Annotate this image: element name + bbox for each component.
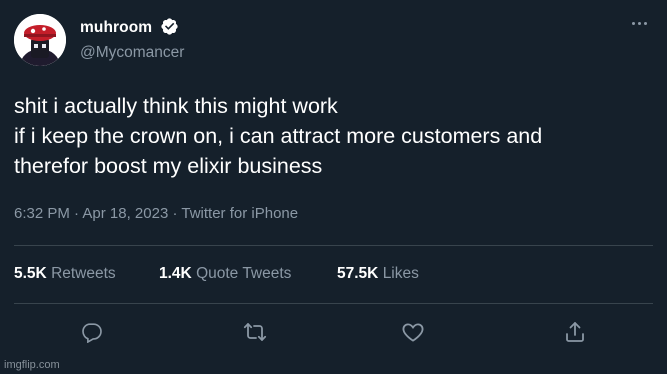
verified-badge-icon: [161, 18, 178, 35]
retweet-icon[interactable]: [242, 319, 268, 345]
likes-stat[interactable]: 57.5K Likes: [337, 265, 419, 283]
tweet-text: shit i actually think this might work if…: [14, 91, 659, 181]
retweets-stat[interactable]: 5.5K Retweets: [14, 265, 116, 283]
retweets-count: 5.5K: [14, 265, 47, 282]
likes-label: Likes: [382, 265, 419, 282]
tweet-line: shit i actually think this might work: [14, 94, 338, 118]
reply-icon[interactable]: [79, 319, 105, 345]
tweet-date[interactable]: Apr 18, 2023: [82, 205, 168, 222]
tweet-card: muhroom @Mycomancer shit i actually thin…: [0, 0, 667, 374]
more-options-icon[interactable]: [628, 12, 650, 34]
tweet-line: if i keep the crown on, i can attract mo…: [14, 124, 543, 148]
share-icon[interactable]: [562, 319, 588, 345]
divider: [14, 303, 653, 304]
tweet-metadata: 6:32 PM · Apr 18, 2023 · Twitter for iPh…: [14, 205, 298, 222]
handle[interactable]: @Mycomancer: [80, 44, 184, 62]
separator: ·: [74, 205, 80, 222]
divider: [14, 245, 653, 246]
tweet-line: therefor boost my elixir business: [14, 154, 323, 178]
likes-count: 57.5K: [337, 265, 379, 282]
avatar-image: [14, 14, 66, 66]
like-icon[interactable]: [400, 319, 426, 345]
quote-tweets-label: Quote Tweets: [196, 265, 292, 282]
tweet-source[interactable]: Twitter for iPhone: [181, 205, 298, 222]
retweets-label: Retweets: [51, 265, 116, 282]
separator: ·: [172, 205, 178, 222]
tweet-time[interactable]: 6:32 PM: [14, 205, 70, 222]
quote-tweets-stat[interactable]: 1.4K Quote Tweets: [159, 265, 291, 283]
display-name[interactable]: muhroom: [80, 19, 152, 37]
avatar[interactable]: [14, 14, 66, 66]
watermark: imgflip.com: [4, 359, 60, 371]
quote-tweets-count: 1.4K: [159, 265, 192, 282]
